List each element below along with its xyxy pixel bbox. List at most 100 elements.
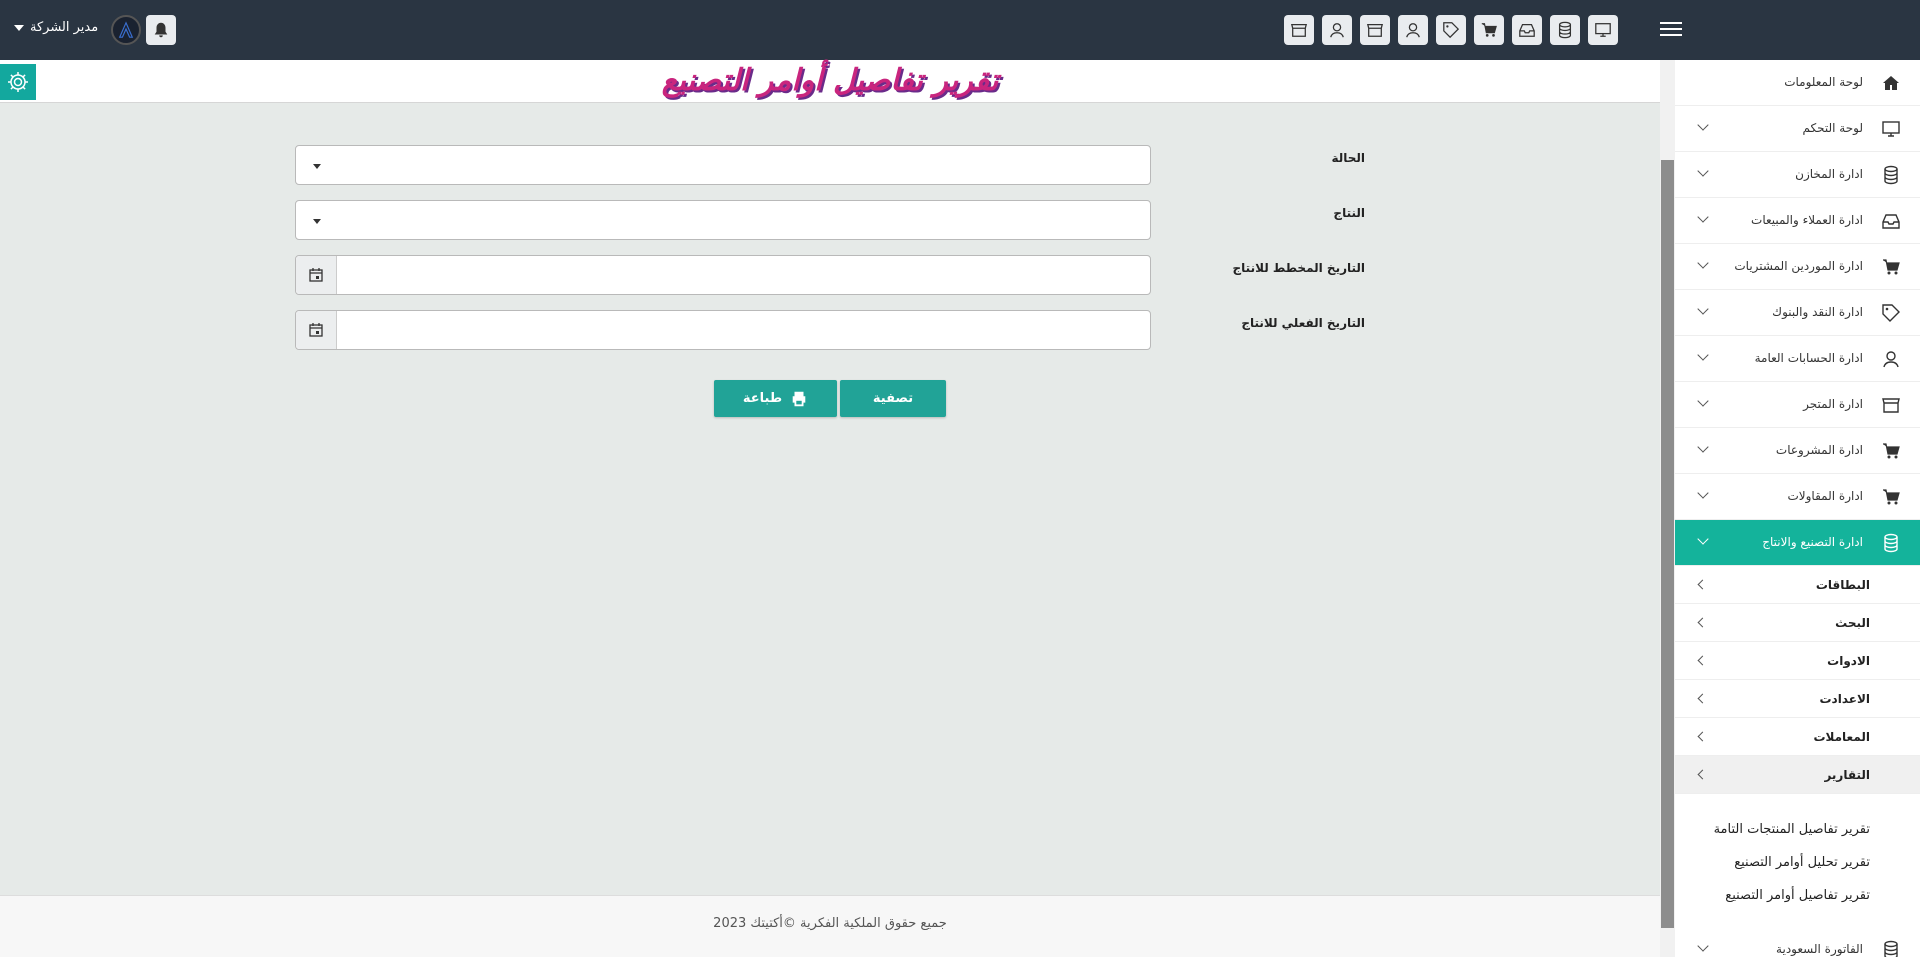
status-select[interactable] [295, 145, 1151, 185]
submenu-item-settings[interactable]: الاعدادت [1675, 680, 1920, 718]
sidebar-item-control-panel[interactable]: لوحة التحكم [1675, 106, 1920, 152]
sidebar-item-label: ادارة المقاولات [1787, 489, 1864, 503]
printer-icon [792, 391, 806, 406]
chevron-left-icon [1697, 731, 1708, 742]
print-button[interactable]: طباعة [714, 380, 837, 417]
page-title: تقرير تفاصيل أوامر التصنيع [661, 63, 999, 98]
monitor-icon [1882, 121, 1900, 137]
actual-date-label: التاريخ الفعلي للانتاج [1241, 316, 1365, 330]
cart-icon [1883, 259, 1900, 275]
quick-access-icons [1284, 15, 1618, 45]
submenu-item-label: الاعدادت [1819, 692, 1870, 706]
chevron-down-icon [1697, 395, 1709, 407]
chevron-down-icon [1697, 487, 1709, 499]
chevron-down-icon [313, 219, 321, 224]
sidebar-item-label: ادارة المشروعات [1775, 443, 1863, 457]
database-icon[interactable] [1550, 15, 1580, 45]
sidebar-item-saudi-invoice[interactable]: الفاتورة السعودية [1675, 927, 1920, 957]
actual-date-row: التاريخ الفعلي للانتاج [295, 310, 1365, 352]
sidebar-item-label: ادارة المخازن [1795, 167, 1863, 181]
calendar-icon[interactable] [296, 311, 337, 349]
planned-date-field[interactable] [295, 255, 1151, 295]
database-icon [1884, 533, 1898, 553]
inbox-icon [1882, 214, 1900, 229]
sidebar-item-label: ادارة النقد والبنوك [1772, 305, 1863, 319]
chevron-down-icon [1697, 303, 1709, 315]
user-icon [1883, 351, 1899, 368]
user-name-label: مدير الشركة [30, 20, 99, 35]
submenu-item-tools[interactable]: الادوات [1675, 642, 1920, 680]
avatar[interactable] [111, 15, 141, 45]
sidebar-item-cash-banks[interactable]: ادارة النقد والبنوك [1675, 290, 1920, 336]
monitor-icon[interactable] [1588, 15, 1618, 45]
submenu-item-cards[interactable]: البطاقات [1675, 566, 1920, 604]
inbox-icon[interactable] [1512, 15, 1542, 45]
sidebar-item-label: لوحة التحكم [1802, 121, 1864, 135]
chevron-left-icon [1697, 617, 1708, 628]
sidebar-item-label: ادارة الحسابات العامة [1754, 351, 1863, 365]
planned-date-row: التاريخ المخطط للانتاج [295, 255, 1365, 297]
sidebar-item-contracting[interactable]: ادارة المقاولات [1675, 474, 1920, 520]
footer: جميع حقوق الملكية الفكرية ©أكتيتك 2023 [0, 895, 1660, 957]
product-row: النتاج [295, 200, 1365, 242]
sidebar-item-dashboard[interactable]: لوحة المعلومات [1675, 60, 1920, 106]
submenu-item-label: المعاملات [1813, 730, 1870, 744]
submenu-item-reports[interactable]: التقارير [1675, 756, 1920, 794]
database-icon [1884, 940, 1898, 957]
sidebar-item-label: ادارة الموردين المشتريات [1734, 259, 1863, 273]
user-icon[interactable] [1398, 15, 1428, 45]
report-link-finished-products[interactable]: تقرير تفاصيل المنتجات التامة [1714, 822, 1870, 837]
chevron-down-icon [313, 164, 321, 169]
submenu-item-label: الادوات [1827, 654, 1870, 668]
menu-toggle-icon[interactable] [1660, 18, 1682, 42]
report-link-orders-details[interactable]: تقرير تفاصيل أوامر التصنيع [1725, 888, 1870, 903]
sidebar-item-customers-sales[interactable]: ادارة العملاء والمبيعات [1675, 198, 1920, 244]
sidebar-item-warehouses[interactable]: ادارة المخازن [1675, 152, 1920, 198]
home-icon [1883, 76, 1899, 90]
chevron-down-icon [1697, 257, 1709, 269]
tag-icon [1882, 304, 1900, 322]
chevron-down-icon [1697, 940, 1709, 952]
chevron-left-icon [1697, 579, 1708, 590]
status-label: الحالة [1331, 151, 1365, 165]
chevron-down-icon [1697, 165, 1709, 177]
chevron-left-icon [1697, 769, 1708, 780]
user-menu[interactable]: مدير الشركة [14, 20, 98, 35]
copyright-text: جميع حقوق الملكية الفكرية ©أكتيتك 2023 [713, 916, 947, 931]
notifications-bell-icon[interactable] [146, 15, 176, 45]
sidebar-item-general-accounts[interactable]: ادارة الحسابات العامة [1675, 336, 1920, 382]
sidebar-item-label: ادارة العملاء والمبيعات [1751, 213, 1863, 227]
sidebar-item-suppliers-purchases[interactable]: ادارة الموردين المشتريات [1675, 244, 1920, 290]
sidebar-item-store[interactable]: ادارة المتجر [1675, 382, 1920, 428]
submenu-item-search[interactable]: البحث [1675, 604, 1920, 642]
scrollbar-thumb[interactable] [1661, 160, 1674, 928]
planned-date-label: التاريخ المخطط للانتاج [1232, 261, 1365, 275]
top-navbar: مدير الشركة [0, 0, 1920, 60]
calendar-icon[interactable] [296, 256, 337, 294]
chevron-down-icon [1697, 211, 1709, 223]
tag-icon[interactable] [1436, 15, 1466, 45]
report-link-orders-analysis[interactable]: تقرير تحليل أوامر التصنيع [1734, 855, 1870, 870]
submenu-item-label: البحث [1835, 616, 1870, 630]
store-icon[interactable] [1360, 15, 1390, 45]
user-icon[interactable] [1322, 15, 1352, 45]
product-select[interactable] [295, 200, 1151, 240]
cart-icon[interactable] [1474, 15, 1504, 45]
submenu-item-label: البطاقات [1815, 578, 1870, 592]
sidebar: لوحة المعلومات لوحة التحكم ادارة المخازن… [1675, 60, 1920, 957]
chevron-down-icon [1697, 441, 1709, 453]
sidebar-item-projects[interactable]: ادارة المشروعات [1675, 428, 1920, 474]
cart-icon [1883, 443, 1900, 459]
submenu-item-transactions[interactable]: المعاملات [1675, 718, 1920, 756]
actual-date-field[interactable] [295, 310, 1151, 350]
filter-button[interactable]: تصفية [840, 380, 946, 417]
product-label: النتاج [1333, 206, 1365, 220]
sidebar-item-label: الفاتورة السعودية [1776, 942, 1863, 956]
settings-gear-icon[interactable] [0, 64, 36, 100]
store-icon[interactable] [1284, 15, 1314, 45]
chevron-down-icon [14, 24, 24, 31]
sidebar-item-manufacturing[interactable]: ادارة التصنيع والانتاج [1675, 520, 1920, 566]
sidebar-item-label: ادارة التصنيع والانتاج [1762, 535, 1863, 549]
chevron-down-icon [1697, 119, 1709, 131]
chevron-left-icon [1697, 655, 1708, 666]
